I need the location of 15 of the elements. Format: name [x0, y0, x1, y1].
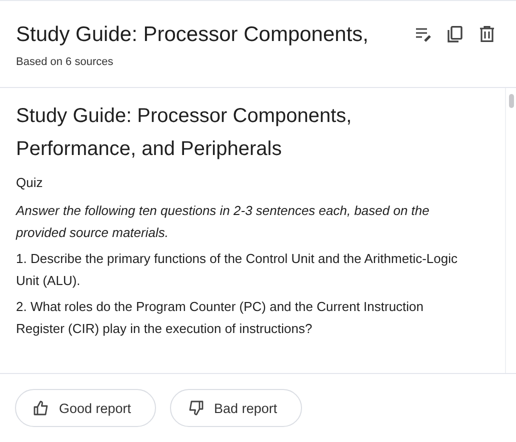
sources-count: Based on 6 sources [16, 56, 114, 68]
thumbs-up-icon [33, 400, 49, 416]
instructions-text: Answer the following ten questions in 2-3 sentences each, based on the provided source materials. [16, 202, 430, 242]
copy-icon[interactable] [446, 25, 464, 43]
delete-icon[interactable] [478, 25, 496, 43]
bad-report-button[interactable]: Bad report [170, 389, 302, 427]
edit-note-icon[interactable] [414, 25, 432, 43]
scrollbar-thumb[interactable] [508, 94, 514, 108]
question-text: 1. Describe the primary functions of the Control Unit and the Arithmetic-Logic Unit (ALU). [16, 250, 458, 290]
good-report-button[interactable]: Good report [15, 389, 156, 427]
section-heading: Quiz [16, 174, 44, 192]
report-title: Study Guide: Processor Components, [16, 23, 370, 47]
thumbs-down-icon [188, 400, 204, 416]
document-title: Study Guide: Processor Components, Performance, and Peripherals [16, 104, 353, 162]
question-text: 2. What roles do the Program Counter (PC) and the Current Instruction Register (CIR) play in the execution of instructions? [16, 298, 425, 338]
